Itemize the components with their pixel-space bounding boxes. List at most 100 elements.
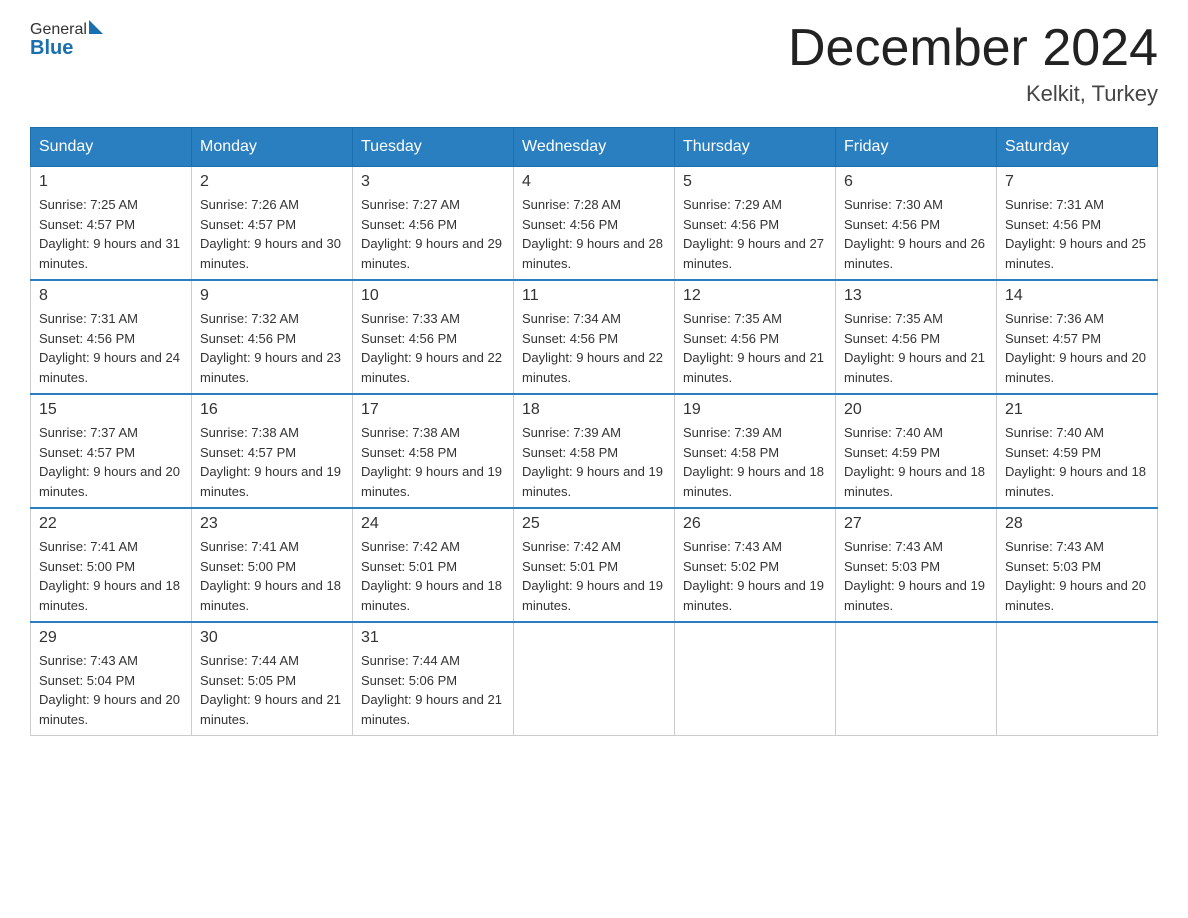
logo: General Blue bbox=[30, 20, 103, 60]
day-number: 31 bbox=[361, 629, 505, 647]
day-info: Sunrise: 7:31 AMSunset: 4:56 PMDaylight:… bbox=[1005, 195, 1149, 273]
day-number: 19 bbox=[683, 401, 827, 419]
table-row: 28Sunrise: 7:43 AMSunset: 5:03 PMDayligh… bbox=[997, 508, 1158, 622]
table-row: 15 Sunrise: 7:37 AMSunset: 4:57 PMDayligh… bbox=[31, 394, 192, 508]
day-number: 22 bbox=[39, 515, 183, 533]
calendar-week-row: 29 Sunrise: 7:43 AMSunset: 5:04 PMDayligh… bbox=[31, 622, 1158, 736]
table-row: 25 Sunrise: 7:42 AMSunset: 5:01 PMDayligh… bbox=[514, 508, 675, 622]
table-row: 31 Sunrise: 7:44 AMSunset: 5:06 PMDayligh… bbox=[353, 622, 514, 736]
day-number: 26 bbox=[683, 515, 827, 533]
day-info: Sunrise: 7:32 AMSunset: 4:56 PMDaylight:… bbox=[200, 309, 344, 387]
day-number: 10 bbox=[361, 287, 505, 305]
day-number: 27 bbox=[844, 515, 988, 533]
day-info: Sunrise: 7:36 AMSunset: 4:57 PMDaylight:… bbox=[1005, 309, 1149, 387]
day-number: 21 bbox=[1005, 401, 1149, 419]
day-number: 12 bbox=[683, 287, 827, 305]
calendar-header-row: Sunday Monday Tuesday Wednesday Thursday… bbox=[31, 128, 1158, 167]
table-row: 27 Sunrise: 7:43 AMSunset: 5:03 PMDayligh… bbox=[836, 508, 997, 622]
day-number: 5 bbox=[683, 173, 827, 191]
table-row: 14 Sunrise: 7:36 AMSunset: 4:57 PMDayligh… bbox=[997, 280, 1158, 394]
day-info: Sunrise: 7:31 AMSunset: 4:56 PMDaylight:… bbox=[39, 309, 183, 387]
day-info: Sunrise: 7:35 AMSunset: 4:56 PMDaylight:… bbox=[844, 309, 988, 387]
table-row: 12 Sunrise: 7:35 AMSunset: 4:56 PMDayligh… bbox=[675, 280, 836, 394]
table-row bbox=[836, 622, 997, 736]
table-row bbox=[514, 622, 675, 736]
table-row: 13 Sunrise: 7:35 AMSunset: 4:56 PMDayligh… bbox=[836, 280, 997, 394]
day-number: 20 bbox=[844, 401, 988, 419]
day-info: Sunrise: 7:39 AMSunset: 4:58 PMDaylight:… bbox=[522, 423, 666, 501]
table-row bbox=[997, 622, 1158, 736]
col-wednesday: Wednesday bbox=[514, 128, 675, 167]
day-number: 24 bbox=[361, 515, 505, 533]
day-number: 8 bbox=[39, 287, 183, 305]
table-row: 23Sunrise: 7:41 AMSunset: 5:00 PMDayligh… bbox=[192, 508, 353, 622]
day-number: 23 bbox=[200, 515, 344, 533]
day-info: Sunrise: 7:43 AMSunset: 5:03 PMDaylight:… bbox=[844, 537, 988, 615]
logo-arrow-icon bbox=[89, 20, 103, 34]
day-info: Sunrise: 7:34 AMSunset: 4:56 PMDaylight:… bbox=[522, 309, 666, 387]
day-number: 2 bbox=[200, 173, 344, 191]
table-row: 9 Sunrise: 7:32 AMSunset: 4:56 PMDaylight… bbox=[192, 280, 353, 394]
day-number: 16 bbox=[200, 401, 344, 419]
col-tuesday: Tuesday bbox=[353, 128, 514, 167]
day-info: Sunrise: 7:44 AMSunset: 5:05 PMDaylight:… bbox=[200, 651, 344, 729]
day-info: Sunrise: 7:28 AMSunset: 4:56 PMDaylight:… bbox=[522, 195, 666, 273]
col-thursday: Thursday bbox=[675, 128, 836, 167]
table-row: 11 Sunrise: 7:34 AMSunset: 4:56 PMDayligh… bbox=[514, 280, 675, 394]
table-row: 21 Sunrise: 7:40 AMSunset: 4:59 PMDayligh… bbox=[997, 394, 1158, 508]
table-row bbox=[675, 622, 836, 736]
table-row: 19 Sunrise: 7:39 AMSunset: 4:58 PMDayligh… bbox=[675, 394, 836, 508]
logo-blue-text: Blue bbox=[30, 37, 73, 60]
day-number: 14 bbox=[1005, 287, 1149, 305]
table-row: 30 Sunrise: 7:44 AMSunset: 5:05 PMDayligh… bbox=[192, 622, 353, 736]
calendar-week-row: 8 Sunrise: 7:31 AMSunset: 4:56 PMDaylight… bbox=[31, 280, 1158, 394]
table-row: 24 Sunrise: 7:42 AMSunset: 5:01 PMDayligh… bbox=[353, 508, 514, 622]
day-number: 1 bbox=[39, 173, 183, 191]
day-info: Sunrise: 7:43 AMSunset: 5:02 PMDaylight:… bbox=[683, 537, 827, 615]
day-info: Sunrise: 7:43 AMSunset: 5:04 PMDaylight:… bbox=[39, 651, 183, 729]
day-info: Sunrise: 7:38 AMSunset: 4:58 PMDaylight:… bbox=[361, 423, 505, 501]
table-row: 18Sunrise: 7:39 AMSunset: 4:58 PMDayligh… bbox=[514, 394, 675, 508]
day-info: Sunrise: 7:42 AMSunset: 5:01 PMDaylight:… bbox=[361, 537, 505, 615]
table-row: 10 Sunrise: 7:33 AMSunset: 4:56 PMDayligh… bbox=[353, 280, 514, 394]
month-title: December 2024 bbox=[788, 20, 1158, 77]
col-friday: Friday bbox=[836, 128, 997, 167]
day-info: Sunrise: 7:44 AMSunset: 5:06 PMDaylight:… bbox=[361, 651, 505, 729]
day-info: Sunrise: 7:35 AMSunset: 4:56 PMDaylight:… bbox=[683, 309, 827, 387]
day-number: 17 bbox=[361, 401, 505, 419]
table-row: 1Sunrise: 7:25 AMSunset: 4:57 PMDaylight… bbox=[31, 167, 192, 281]
table-row: 29 Sunrise: 7:43 AMSunset: 5:04 PMDayligh… bbox=[31, 622, 192, 736]
day-number: 13 bbox=[844, 287, 988, 305]
day-number: 30 bbox=[200, 629, 344, 647]
day-number: 25 bbox=[522, 515, 666, 533]
table-row: 2Sunrise: 7:26 AMSunset: 4:57 PMDaylight… bbox=[192, 167, 353, 281]
table-row: 7Sunrise: 7:31 AMSunset: 4:56 PMDaylight… bbox=[997, 167, 1158, 281]
title-section: December 2024 Kelkit, Turkey bbox=[788, 20, 1158, 107]
day-info: Sunrise: 7:42 AMSunset: 5:01 PMDaylight:… bbox=[522, 537, 666, 615]
day-info: Sunrise: 7:41 AMSunset: 5:00 PMDaylight:… bbox=[39, 537, 183, 615]
table-row: 17 Sunrise: 7:38 AMSunset: 4:58 PMDayligh… bbox=[353, 394, 514, 508]
day-number: 9 bbox=[200, 287, 344, 305]
day-number: 29 bbox=[39, 629, 183, 647]
col-monday: Monday bbox=[192, 128, 353, 167]
table-row: 26 Sunrise: 7:43 AMSunset: 5:02 PMDayligh… bbox=[675, 508, 836, 622]
calendar-week-row: 22 Sunrise: 7:41 AMSunset: 5:00 PMDayligh… bbox=[31, 508, 1158, 622]
day-info: Sunrise: 7:39 AMSunset: 4:58 PMDaylight:… bbox=[683, 423, 827, 501]
day-number: 11 bbox=[522, 287, 666, 305]
day-number: 4 bbox=[522, 173, 666, 191]
day-number: 15 bbox=[39, 401, 183, 419]
calendar-week-row: 1Sunrise: 7:25 AMSunset: 4:57 PMDaylight… bbox=[31, 167, 1158, 281]
table-row: 22 Sunrise: 7:41 AMSunset: 5:00 PMDayligh… bbox=[31, 508, 192, 622]
day-info: Sunrise: 7:43 AMSunset: 5:03 PMDaylight:… bbox=[1005, 537, 1149, 615]
day-info: Sunrise: 7:33 AMSunset: 4:56 PMDaylight:… bbox=[361, 309, 505, 387]
day-info: Sunrise: 7:38 AMSunset: 4:57 PMDaylight:… bbox=[200, 423, 344, 501]
table-row: 5Sunrise: 7:29 AMSunset: 4:56 PMDaylight… bbox=[675, 167, 836, 281]
calendar-week-row: 15 Sunrise: 7:37 AMSunset: 4:57 PMDayligh… bbox=[31, 394, 1158, 508]
table-row: 8 Sunrise: 7:31 AMSunset: 4:56 PMDaylight… bbox=[31, 280, 192, 394]
day-number: 6 bbox=[844, 173, 988, 191]
day-info: Sunrise: 7:40 AMSunset: 4:59 PMDaylight:… bbox=[1005, 423, 1149, 501]
day-info: Sunrise: 7:37 AMSunset: 4:57 PMDaylight:… bbox=[39, 423, 183, 501]
table-row: 20Sunrise: 7:40 AMSunset: 4:59 PMDayligh… bbox=[836, 394, 997, 508]
table-row: 6Sunrise: 7:30 AMSunset: 4:56 PMDaylight… bbox=[836, 167, 997, 281]
calendar-table: Sunday Monday Tuesday Wednesday Thursday… bbox=[30, 127, 1158, 736]
